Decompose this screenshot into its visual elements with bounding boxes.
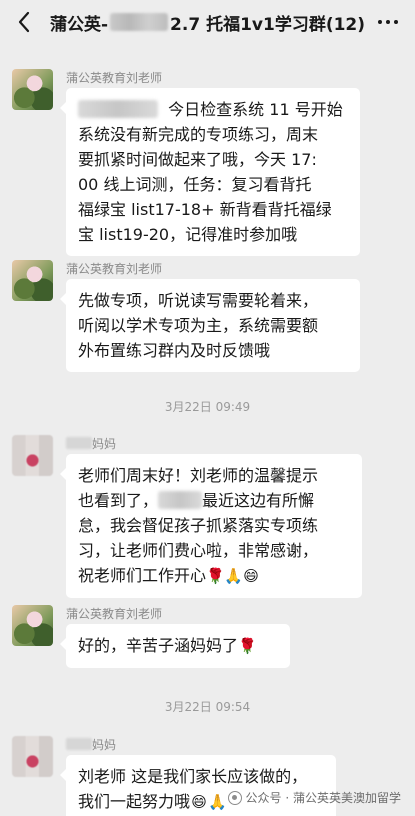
avatar[interactable] bbox=[12, 260, 53, 301]
message-line: 最近这边有所懈 bbox=[202, 491, 315, 510]
timestamp-divider: 3月22日 09:54 bbox=[164, 700, 251, 714]
message-line: 我们一起努力哦 bbox=[78, 792, 191, 811]
chat-header: 蒲公英- 2.7 托福1v1学习群(12) bbox=[0, 0, 415, 44]
message-line: 也看到了， bbox=[78, 491, 159, 510]
wechat-official-account-icon bbox=[227, 790, 242, 805]
smile-emoji-icon: 😄 bbox=[243, 567, 259, 585]
chat-title-prefix: 蒲公英- bbox=[49, 14, 109, 35]
message-line: 祝老师们工作开心 bbox=[78, 566, 207, 585]
message-list[interactable]: 蒲公英教育刘老师 今日检查系统 11 号开始 系统没有新完成的专项练习，周末 要… bbox=[0, 44, 415, 816]
timestamp-divider: 3月22日 09:49 bbox=[164, 400, 251, 414]
message-item: 妈妈 老师们周末好！刘老师的温馨提示 也看到了， 最近这边有所懈 怠，我会督促孩子… bbox=[12, 435, 408, 605]
message-item: 蒲公英教育刘老师 今日检查系统 11 号开始 系统没有新完成的专项练习，周末 要… bbox=[12, 69, 408, 256]
redacted-name bbox=[110, 13, 169, 31]
avatar[interactable] bbox=[12, 69, 53, 110]
message-line: 要抓紧时间做起来了哦，今天 17: bbox=[78, 150, 317, 169]
message-item: 蒲公英教育刘老师 先做专项，听说读写需要轮着来， 听阅以学术专项为主，系统需要额… bbox=[12, 260, 408, 372]
redacted-name bbox=[158, 491, 203, 509]
smile-emoji-icon: 😄 bbox=[191, 793, 207, 811]
message-line: 习，让老师们费心啦，非常感谢， bbox=[78, 541, 319, 560]
message-line: 系统没有新完成的专项练习，周末 bbox=[78, 125, 319, 144]
redacted-name bbox=[66, 738, 92, 750]
chat-title: 蒲公英- 2.7 托福1v1学习群(12) bbox=[46, 0, 369, 44]
message-line: 宝 list19-20，记得准时参加哦 bbox=[78, 225, 298, 244]
redacted-name bbox=[66, 437, 92, 449]
message-bubble[interactable]: 先做专项，听说读写需要轮着来， 听阅以学术专项为主，系统需要额 外布置练习群内及… bbox=[60, 279, 360, 372]
watermark: 公众号 · 蒲公英英美澳加留学 bbox=[227, 789, 401, 806]
sender-name: 蒲公英教育刘老师 bbox=[66, 262, 163, 276]
sender-name: 蒲公英教育刘老师 bbox=[66, 71, 163, 85]
chat-title-suffix: 2.7 托福1v1学习群(12) bbox=[170, 14, 366, 35]
message-bubble[interactable]: 今日检查系统 11 号开始 系统没有新完成的专项练习，周末 要抓紧时间做起来了哦… bbox=[60, 88, 360, 256]
message-line: 好的，辛苦子涵妈妈了 bbox=[78, 636, 239, 655]
sender-name-suffix: 妈妈 bbox=[92, 738, 117, 752]
message-line: 老师们周末好！刘老师的温馨提示 bbox=[78, 466, 319, 485]
avatar[interactable] bbox=[12, 435, 53, 476]
sender-name: 妈妈 bbox=[66, 435, 116, 452]
more-options-icon[interactable] bbox=[375, 12, 401, 32]
message-line: 00 线上词测，任务：复习看背托 bbox=[78, 175, 312, 194]
praying-hands-emoji-icon: 🙏 bbox=[224, 567, 243, 585]
message-line: 福绿宝 list17-18+ 新背看背托福绿 bbox=[78, 200, 332, 219]
sender-name-suffix: 妈妈 bbox=[92, 437, 117, 451]
back-arrow-icon[interactable] bbox=[12, 9, 36, 35]
message-line: 外布置练习群内及时反馈哦 bbox=[78, 341, 271, 360]
message-line: 今日检查系统 11 号开始 bbox=[168, 100, 343, 119]
sender-name: 妈妈 bbox=[66, 736, 116, 753]
watermark-text: 公众号 · 蒲公英英美澳加留学 bbox=[245, 791, 401, 805]
message-bubble[interactable]: 好的，辛苦子涵妈妈了🌹 bbox=[60, 624, 290, 668]
avatar[interactable] bbox=[12, 736, 53, 777]
praying-hands-emoji-icon: 🙏 bbox=[208, 793, 227, 811]
message-item: 蒲公英教育刘老师 好的，辛苦子涵妈妈了🌹 bbox=[12, 605, 408, 675]
message-bubble[interactable]: 刘老师 这是我们家长应该做的， 我们一起努力哦😄🙏 bbox=[60, 755, 336, 816]
message-line: 刘老师 这是我们家长应该做的， bbox=[78, 767, 308, 786]
message-line: 怠，我会督促孩子抓紧落实专项练 bbox=[78, 516, 319, 535]
redacted-mention bbox=[78, 100, 158, 118]
message-bubble[interactable]: 老师们周末好！刘老师的温馨提示 也看到了， 最近这边有所懈 怠，我会督促孩子抓紧落… bbox=[60, 454, 362, 598]
message-line: 听阅以学术专项为主，系统需要额 bbox=[78, 316, 319, 335]
message-line: 先做专项，听说读写需要轮着来， bbox=[78, 291, 319, 310]
rose-emoji-icon: 🌹 bbox=[206, 567, 225, 585]
rose-emoji-icon: 🌹 bbox=[238, 637, 257, 655]
avatar[interactable] bbox=[12, 605, 53, 646]
sender-name: 蒲公英教育刘老师 bbox=[66, 607, 163, 621]
